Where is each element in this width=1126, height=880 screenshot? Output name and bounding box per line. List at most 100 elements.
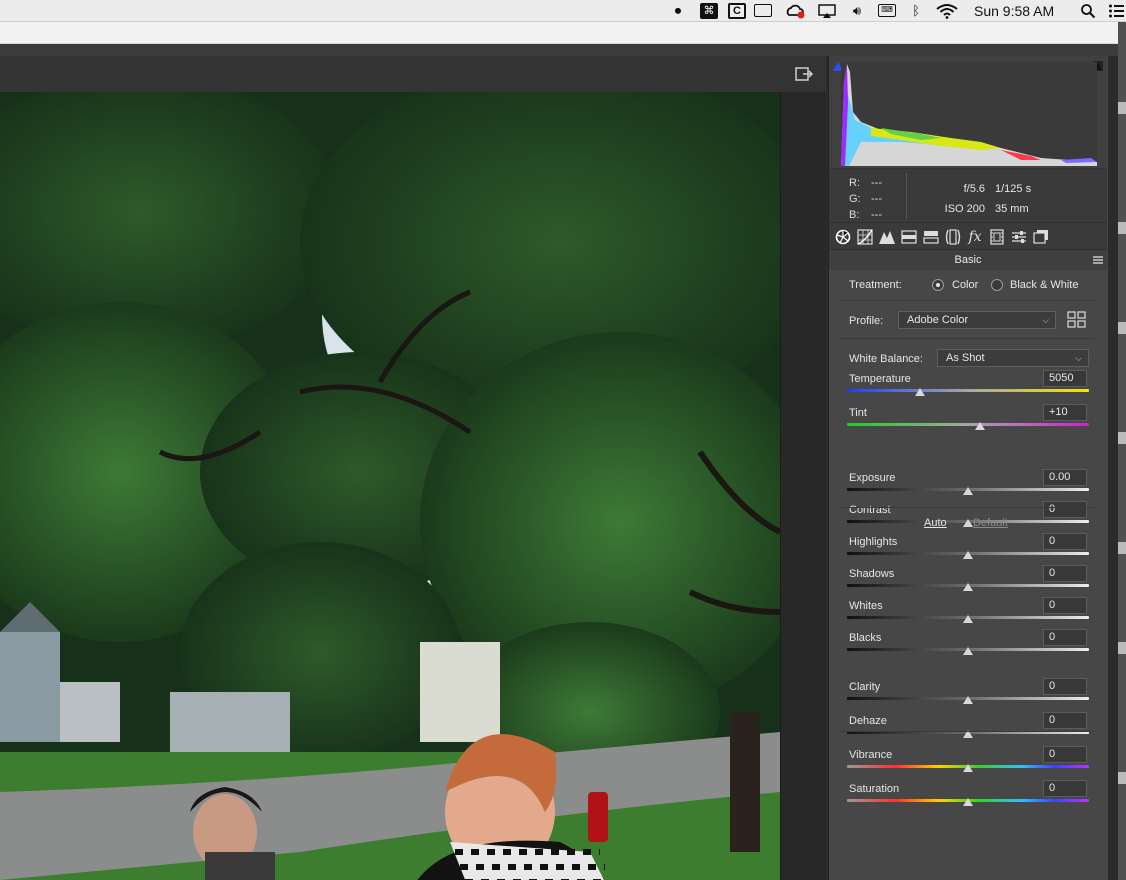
clarity-value-input[interactable]: 0 — [1043, 678, 1087, 695]
hsl-tab-icon[interactable] — [901, 229, 917, 245]
dehaze-value-input[interactable]: 0 — [1043, 712, 1087, 729]
contrast-label: Contrast — [849, 504, 891, 516]
background-window-edge — [1118, 22, 1126, 880]
temperature-slider-thumb[interactable] — [914, 388, 925, 396]
vibrance-slider-thumb[interactable] — [963, 764, 973, 772]
histogram — [829, 56, 1107, 168]
basic-panel-body: Treatment: Color Black & White Profile: … — [829, 270, 1107, 880]
green-label: G: — [849, 193, 861, 205]
temperature-value-input[interactable]: 5050 — [1043, 370, 1087, 387]
profile-select-value: Adobe Color — [907, 314, 969, 326]
command-icon[interactable]: ⌘ — [700, 3, 718, 19]
split-toning-tab-icon[interactable] — [923, 229, 939, 245]
clarity-slider-thumb[interactable] — [963, 696, 973, 704]
vibrance-label: Vibrance — [849, 749, 893, 761]
creative-cloud-icon[interactable] — [786, 3, 806, 19]
blacks-slider-thumb[interactable] — [963, 647, 973, 655]
image-info: R: --- G: --- B: --- f/5.6 1/125 s ISO 200 35… — [829, 168, 1107, 222]
red-label: R: — [849, 177, 860, 189]
whites-value-input[interactable]: 0 — [1043, 597, 1087, 614]
contrast-slider-thumb[interactable] — [963, 519, 973, 527]
airplay-icon[interactable] — [817, 3, 837, 19]
white-balance-value: As Shot — [946, 352, 985, 364]
preview-gutter — [780, 92, 826, 880]
red-value: --- — [871, 177, 882, 189]
exposure-slider-thumb[interactable] — [963, 487, 973, 495]
chevron-down-icon: ⌵ — [1042, 315, 1049, 325]
tint-label: Tint — [849, 407, 867, 419]
effects-tab-icon[interactable]: fx — [967, 229, 983, 245]
saturation-value-input[interactable]: 0 — [1043, 780, 1087, 797]
notification-center-icon[interactable] — [1108, 3, 1124, 19]
contrast-value-input[interactable]: 0 — [1043, 501, 1087, 518]
system-menu-bar: ⏺ ⌘ C 🔊︎ ⌨ ᛒ Sun 9:58 AM — [0, 0, 1126, 22]
display-icon[interactable] — [754, 4, 772, 17]
adjustments-panel: R: --- G: --- B: --- f/5.6 1/125 s ISO 200 35… — [828, 56, 1108, 880]
lens-corrections-tab-icon[interactable] — [945, 229, 961, 245]
panel-menu-icon[interactable] — [1093, 254, 1103, 266]
window-header-bar — [0, 44, 1118, 56]
blue-value: --- — [871, 209, 882, 221]
image-preview-area — [0, 56, 826, 880]
dehaze-label: Dehaze — [849, 715, 887, 727]
keyboard-input-icon[interactable]: ⌨ — [878, 4, 896, 17]
presets-tab-icon[interactable] — [1011, 229, 1027, 245]
highlights-slider-thumb[interactable] — [963, 551, 973, 559]
window-title-strip — [0, 22, 1118, 44]
camera-calibration-tab-icon[interactable] — [989, 229, 1005, 245]
tint-value-input[interactable]: +10 — [1043, 404, 1087, 421]
menu-bar-clock[interactable]: Sun 9:58 AM — [974, 3, 1054, 19]
default-link[interactable]: Default — [973, 516, 1008, 530]
shadows-value-input[interactable]: 0 — [1043, 565, 1087, 582]
treatment-bw-label[interactable]: Black & White — [1010, 278, 1078, 292]
c-app-icon[interactable]: C — [728, 3, 746, 19]
temperature-slider-track[interactable] — [847, 389, 1089, 392]
highlights-label: Highlights — [849, 536, 898, 548]
photo-preview[interactable] — [0, 92, 780, 880]
basic-tab-icon[interactable] — [835, 229, 851, 245]
shadows-slider-thumb[interactable] — [963, 583, 973, 591]
profile-browser-grid-icon[interactable] — [1067, 311, 1087, 329]
iso-value: ISO 200 — [944, 203, 985, 215]
profile-label: Profile: — [849, 315, 884, 327]
whites-slider-thumb[interactable] — [963, 615, 973, 623]
panel-tabs: fx — [829, 222, 1107, 250]
bluetooth-icon[interactable]: ᛒ — [908, 3, 924, 19]
snapshots-tab-icon[interactable] — [1033, 229, 1049, 245]
histogram-graph — [841, 62, 1097, 166]
treatment-color-label[interactable]: Color — [952, 278, 978, 292]
treatment-color-radio[interactable] — [932, 279, 944, 291]
focal-length-value: 35 mm — [995, 203, 1029, 215]
toggle-fullscreen-icon[interactable] — [794, 64, 814, 84]
detail-tab-icon[interactable] — [879, 229, 895, 245]
volume-icon[interactable]: 🔊︎ — [846, 3, 868, 19]
saturation-label: Saturation — [849, 783, 900, 795]
white-balance-select[interactable]: As Shot ⌵ — [937, 349, 1089, 367]
clarity-label: Clarity — [849, 681, 881, 693]
exposure-label: Exposure — [849, 472, 896, 484]
shadows-label: Shadows — [849, 568, 895, 580]
blacks-label: Blacks — [849, 632, 882, 644]
chevron-down-icon: ⌵ — [1075, 353, 1082, 363]
aperture-value: f/5.6 — [963, 183, 985, 195]
tone-curve-tab-icon[interactable] — [857, 229, 873, 245]
tint-slider-track[interactable] — [847, 423, 1089, 426]
camera-raw-window: ⏺ ⌘ C 🔊︎ ⌨ ᛒ Sun 9:58 AM R: --- G: --- B… — [0, 0, 1126, 880]
profile-select[interactable]: Adobe Color ⌵ — [898, 311, 1056, 329]
white-balance-label: White Balance: — [849, 353, 923, 365]
spotlight-search-icon[interactable] — [1080, 3, 1096, 19]
shutter-value: 1/125 s — [995, 183, 1032, 195]
blacks-value-input[interactable]: 0 — [1043, 629, 1087, 646]
green-value: --- — [871, 193, 882, 205]
basic-title: Basic — [954, 254, 982, 266]
record-icon[interactable]: ⏺ — [670, 3, 686, 19]
wifi-icon[interactable] — [936, 3, 958, 19]
treatment-bw-radio[interactable] — [991, 279, 1003, 291]
highlights-value-input[interactable]: 0 — [1043, 533, 1087, 550]
vibrance-value-input[interactable]: 0 — [1043, 746, 1087, 763]
whites-label: Whites — [849, 600, 883, 612]
tint-slider-thumb[interactable] — [975, 422, 986, 430]
saturation-slider-thumb[interactable] — [963, 798, 973, 806]
exposure-value-input[interactable]: 0.00 — [1043, 469, 1087, 486]
auto-link[interactable]: Auto — [924, 516, 947, 530]
